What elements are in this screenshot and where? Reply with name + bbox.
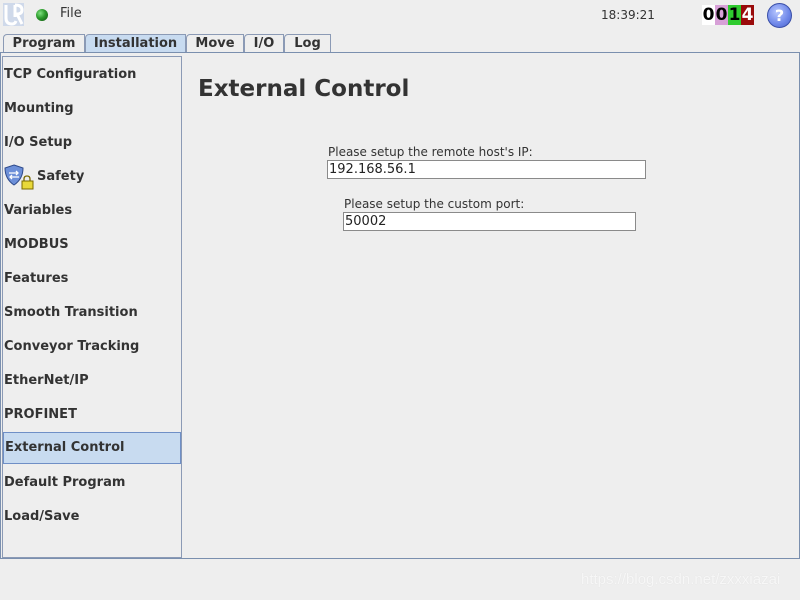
tab-log[interactable]: Log	[284, 34, 331, 53]
counter-digit: 0	[715, 5, 728, 25]
tab-move[interactable]: Move	[186, 34, 244, 53]
sidebar-item-conveyor-tracking[interactable]: Conveyor Tracking	[3, 331, 179, 363]
host-ip-label: Please setup the remote host's IP:	[328, 145, 533, 159]
top-bar: File 18:39:21 0 0 1 4 ?	[0, 0, 800, 31]
watermark: https://blog.csdn.net/zxxxiazai	[581, 571, 781, 588]
file-menu[interactable]: File	[60, 6, 82, 21]
sidebar-item-features[interactable]: Features	[3, 263, 179, 295]
sidebar-item-default-program[interactable]: Default Program	[3, 467, 179, 499]
counter-digit: 1	[728, 5, 741, 25]
help-button[interactable]: ?	[767, 3, 792, 28]
tab-program[interactable]: Program	[3, 34, 85, 53]
sidebar-item-smooth-transition[interactable]: Smooth Transition	[3, 297, 179, 329]
sidebar-item-io-setup[interactable]: I/O Setup	[3, 127, 179, 159]
installation-sidebar: TCP Configuration Mounting I/O Setup Saf…	[2, 56, 182, 558]
ur-logo-icon	[3, 3, 24, 26]
tab-installation[interactable]: Installation	[85, 34, 186, 54]
sidebar-item-load-save[interactable]: Load/Save	[3, 501, 179, 533]
safety-shield-lock-icon	[4, 164, 34, 190]
sidebar-item-profinet[interactable]: PROFINET	[3, 399, 179, 431]
sidebar-item-tcp-configuration[interactable]: TCP Configuration	[3, 59, 179, 91]
counter-digit: 4	[741, 5, 754, 25]
green-globe-icon	[36, 9, 48, 21]
sidebar-item-ethernet-ip[interactable]: EtherNet/IP	[3, 365, 179, 397]
sidebar-item-variables[interactable]: Variables	[3, 195, 179, 227]
clock: 18:39:21	[601, 8, 655, 22]
tab-io[interactable]: I/O	[244, 34, 284, 53]
page-title: External Control	[198, 76, 410, 102]
sidebar-item-label: Safety	[37, 169, 85, 184]
counter-digit: 0	[702, 5, 715, 25]
host-ip-input[interactable]: 192.168.56.1	[327, 160, 646, 179]
sidebar-item-external-control[interactable]: External Control	[3, 432, 181, 464]
sidebar-item-modbus[interactable]: MODBUS	[3, 229, 179, 261]
custom-port-label: Please setup the custom port:	[344, 197, 525, 211]
custom-port-input[interactable]: 50002	[343, 212, 636, 231]
sidebar-item-mounting[interactable]: Mounting	[3, 93, 179, 125]
sidebar-item-safety[interactable]: Safety	[3, 161, 179, 193]
status-counter: 0 0 1 4	[702, 5, 754, 25]
